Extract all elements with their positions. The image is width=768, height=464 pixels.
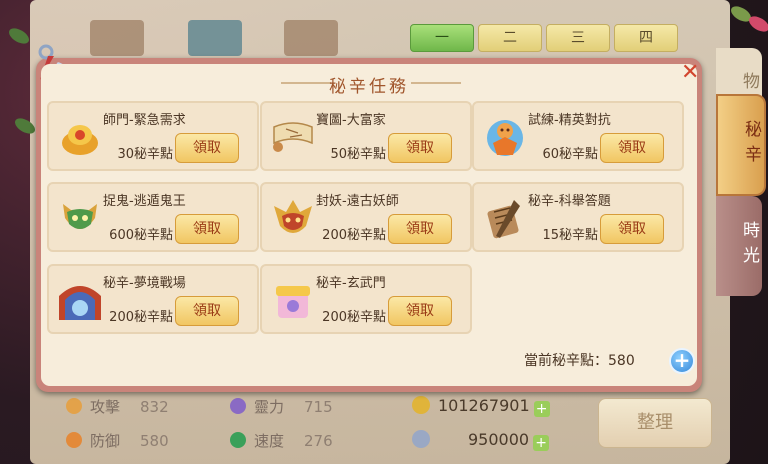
spirit-icon <box>230 398 246 414</box>
title-ornament <box>411 82 461 84</box>
stat-spirit: 靈力 715 <box>230 396 333 417</box>
quest-title: 秘辛-夢境戰場 <box>103 276 186 291</box>
treasure-map-icon <box>273 122 313 152</box>
claim-button[interactable]: 領取 <box>388 214 452 244</box>
quest-title: 試練-精英對抗 <box>528 113 611 128</box>
coin-icon <box>412 396 430 414</box>
scroll-brush-icon <box>487 200 520 239</box>
claim-button[interactable]: 領取 <box>175 296 239 326</box>
stat-attack: 攻擊 832 <box>66 396 169 417</box>
stat-speed: 速度 276 <box>230 430 333 451</box>
quest-card: 試練-精英對抗 60秘辛點 領取 <box>472 101 684 171</box>
add-silver-button[interactable]: + <box>533 435 550 451</box>
quest-points: 600秘辛點 <box>109 228 173 243</box>
quest-points: 15秘辛點 <box>542 228 598 243</box>
bag-slot-icon[interactable] <box>284 20 338 56</box>
quest-modal: 秘辛任務 師門-緊急需求 30秘辛點 領取 寶圖-大富家 50秘辛點 領取 試練… <box>41 64 697 386</box>
demon-mask-icon <box>274 200 312 233</box>
quest-points: 30秘辛點 <box>117 147 173 162</box>
ghost-mask-icon <box>63 204 97 229</box>
current-points-label: 當前秘辛點：580 <box>524 353 635 369</box>
claim-button[interactable]: 領取 <box>388 296 452 326</box>
doll-icon <box>487 120 523 156</box>
silver-icon <box>412 430 430 448</box>
quest-points: 50秘辛點 <box>330 147 386 162</box>
quest-card: 師門-緊急需求 30秘辛點 領取 <box>47 101 259 171</box>
quest-card: 捉鬼-逃遁鬼王 600秘辛點 領取 <box>47 182 259 252</box>
modal-title: 秘辛任務 <box>329 77 409 97</box>
quest-title: 秘辛-科舉答題 <box>528 194 611 209</box>
quest-card: 封妖-遠古妖師 200秘辛點 領取 <box>260 182 472 252</box>
add-points-button[interactable]: + <box>669 348 695 374</box>
bag-slot-icon[interactable] <box>90 20 144 56</box>
add-gold-button[interactable]: + <box>533 401 550 417</box>
gift-box-icon <box>276 286 310 318</box>
side-tab-time[interactable]: 時光 <box>716 196 762 296</box>
quest-card: 秘辛-科舉答題 15秘辛點 領取 <box>472 182 684 252</box>
dream-gate-icon <box>59 286 101 320</box>
quest-points: 200秘辛點 <box>109 310 173 325</box>
page-tab-4[interactable]: 四 <box>614 24 678 52</box>
gold-currency: 101267901 + <box>412 396 550 417</box>
side-tabs: 物 秘辛 時光 <box>716 48 768 308</box>
defense-icon <box>66 432 82 448</box>
quest-title: 師門-緊急需求 <box>103 113 186 128</box>
attack-icon <box>66 398 82 414</box>
close-icon[interactable]: ✕ <box>681 62 699 84</box>
quest-points: 200秘辛點 <box>322 228 386 243</box>
quest-card: 秘辛-玄武門 200秘辛點 領取 <box>260 264 472 334</box>
gold-ingot-icon <box>62 125 98 155</box>
quest-title: 封妖-遠古妖師 <box>316 194 399 209</box>
page-tab-2[interactable]: 二 <box>478 24 542 52</box>
claim-button[interactable]: 領取 <box>175 133 239 163</box>
quest-title: 寶圖-大富家 <box>316 113 386 128</box>
quest-points: 60秘辛點 <box>542 147 598 162</box>
speed-icon <box>230 432 246 448</box>
claim-button[interactable]: 領取 <box>600 214 664 244</box>
quest-points: 200秘辛點 <box>322 310 386 325</box>
side-tab-secret[interactable]: 秘辛 <box>716 94 766 196</box>
book-icon[interactable] <box>188 20 242 56</box>
page-tab-3[interactable]: 三 <box>546 24 610 52</box>
page-tab-1[interactable]: 一 <box>410 24 474 52</box>
claim-button[interactable]: 領取 <box>388 133 452 163</box>
claim-button[interactable]: 領取 <box>600 133 664 163</box>
claim-button[interactable]: 領取 <box>175 214 239 244</box>
quest-card: 秘辛-夢境戰場 200秘辛點 領取 <box>47 264 259 334</box>
stat-defense: 防御 580 <box>66 430 169 451</box>
quest-card: 寶圖-大富家 50秘辛點 領取 <box>260 101 472 171</box>
quest-title: 捉鬼-逃遁鬼王 <box>103 194 186 209</box>
silver-currency: 950000 + <box>412 430 550 451</box>
quest-title: 秘辛-玄武門 <box>316 276 386 291</box>
sort-button[interactable]: 整理 <box>598 398 712 448</box>
